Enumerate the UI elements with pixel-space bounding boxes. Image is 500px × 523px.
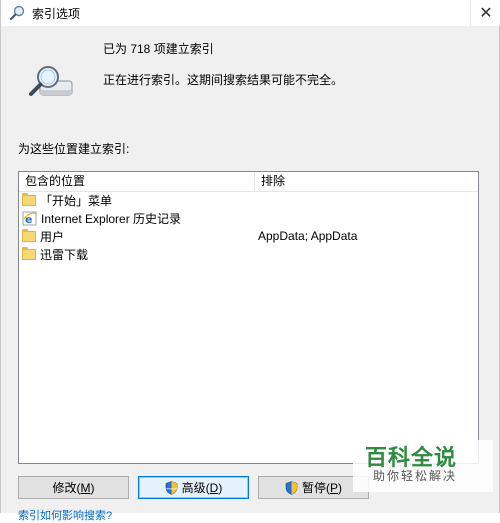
list-item-thunder-downloads[interactable]: 迅雷下载: [19, 245, 478, 263]
indexing-status-message: 正在进行索引。这期间搜索结果可能不完全。: [103, 73, 344, 87]
close-icon: ✕: [479, 5, 493, 22]
location-name: 「开始」菜单: [40, 193, 113, 208]
search-magnifier-icon: [9, 5, 25, 21]
location-name: Internet Explorer 历史记录: [41, 211, 182, 226]
list-item-users[interactable]: 用户 AppData; AppData: [19, 227, 478, 245]
uac-shield-icon: [165, 480, 177, 495]
list-header: 包含的位置 排除: [19, 172, 478, 192]
modify-button[interactable]: 修改(M): [18, 476, 129, 499]
location-name: 迅雷下载: [40, 247, 89, 262]
indexed-locations-list[interactable]: 包含的位置 排除 「开始」菜单 e Internet Explorer 历史记录: [18, 171, 479, 464]
indexing-options-window: 索引选项 ✕ 已为 718 项建立索引 正在进行索引。这期间搜索结果可能不完全。…: [0, 0, 500, 522]
uac-shield-icon: [285, 480, 298, 495]
window-title: 索引选项: [32, 7, 81, 21]
folder-icon: [22, 246, 36, 260]
advanced-button[interactable]: 高级(D): [138, 476, 249, 499]
indexing-magnifier-drive-icon: [29, 66, 73, 96]
watermark: 百科全说 助你轻松解决: [353, 440, 493, 492]
locations-section-label: 为这些位置建立索引:: [18, 142, 130, 156]
list-item-start-menu[interactable]: 「开始」菜单: [19, 191, 478, 209]
watermark-tagline: 助你轻松解决: [373, 469, 458, 483]
folder-icon: [22, 192, 36, 206]
folder-icon: [22, 228, 36, 242]
location-exclude: AppData; AppData: [258, 229, 358, 243]
indexed-count-text: 已为 718 项建立索引: [103, 42, 214, 56]
title-bar: 索引选项 ✕: [1, 0, 500, 26]
column-header-included-locations[interactable]: 包含的位置: [19, 172, 255, 191]
internet-explorer-icon: e: [22, 211, 38, 226]
close-button[interactable]: ✕: [470, 0, 500, 26]
how-indexing-affects-search-link[interactable]: 索引如何影响搜索?: [18, 507, 112, 523]
location-name: 用户: [40, 229, 65, 244]
column-header-exclude[interactable]: 排除: [255, 172, 478, 191]
list-item-ie-history[interactable]: e Internet Explorer 历史记录: [19, 209, 478, 227]
